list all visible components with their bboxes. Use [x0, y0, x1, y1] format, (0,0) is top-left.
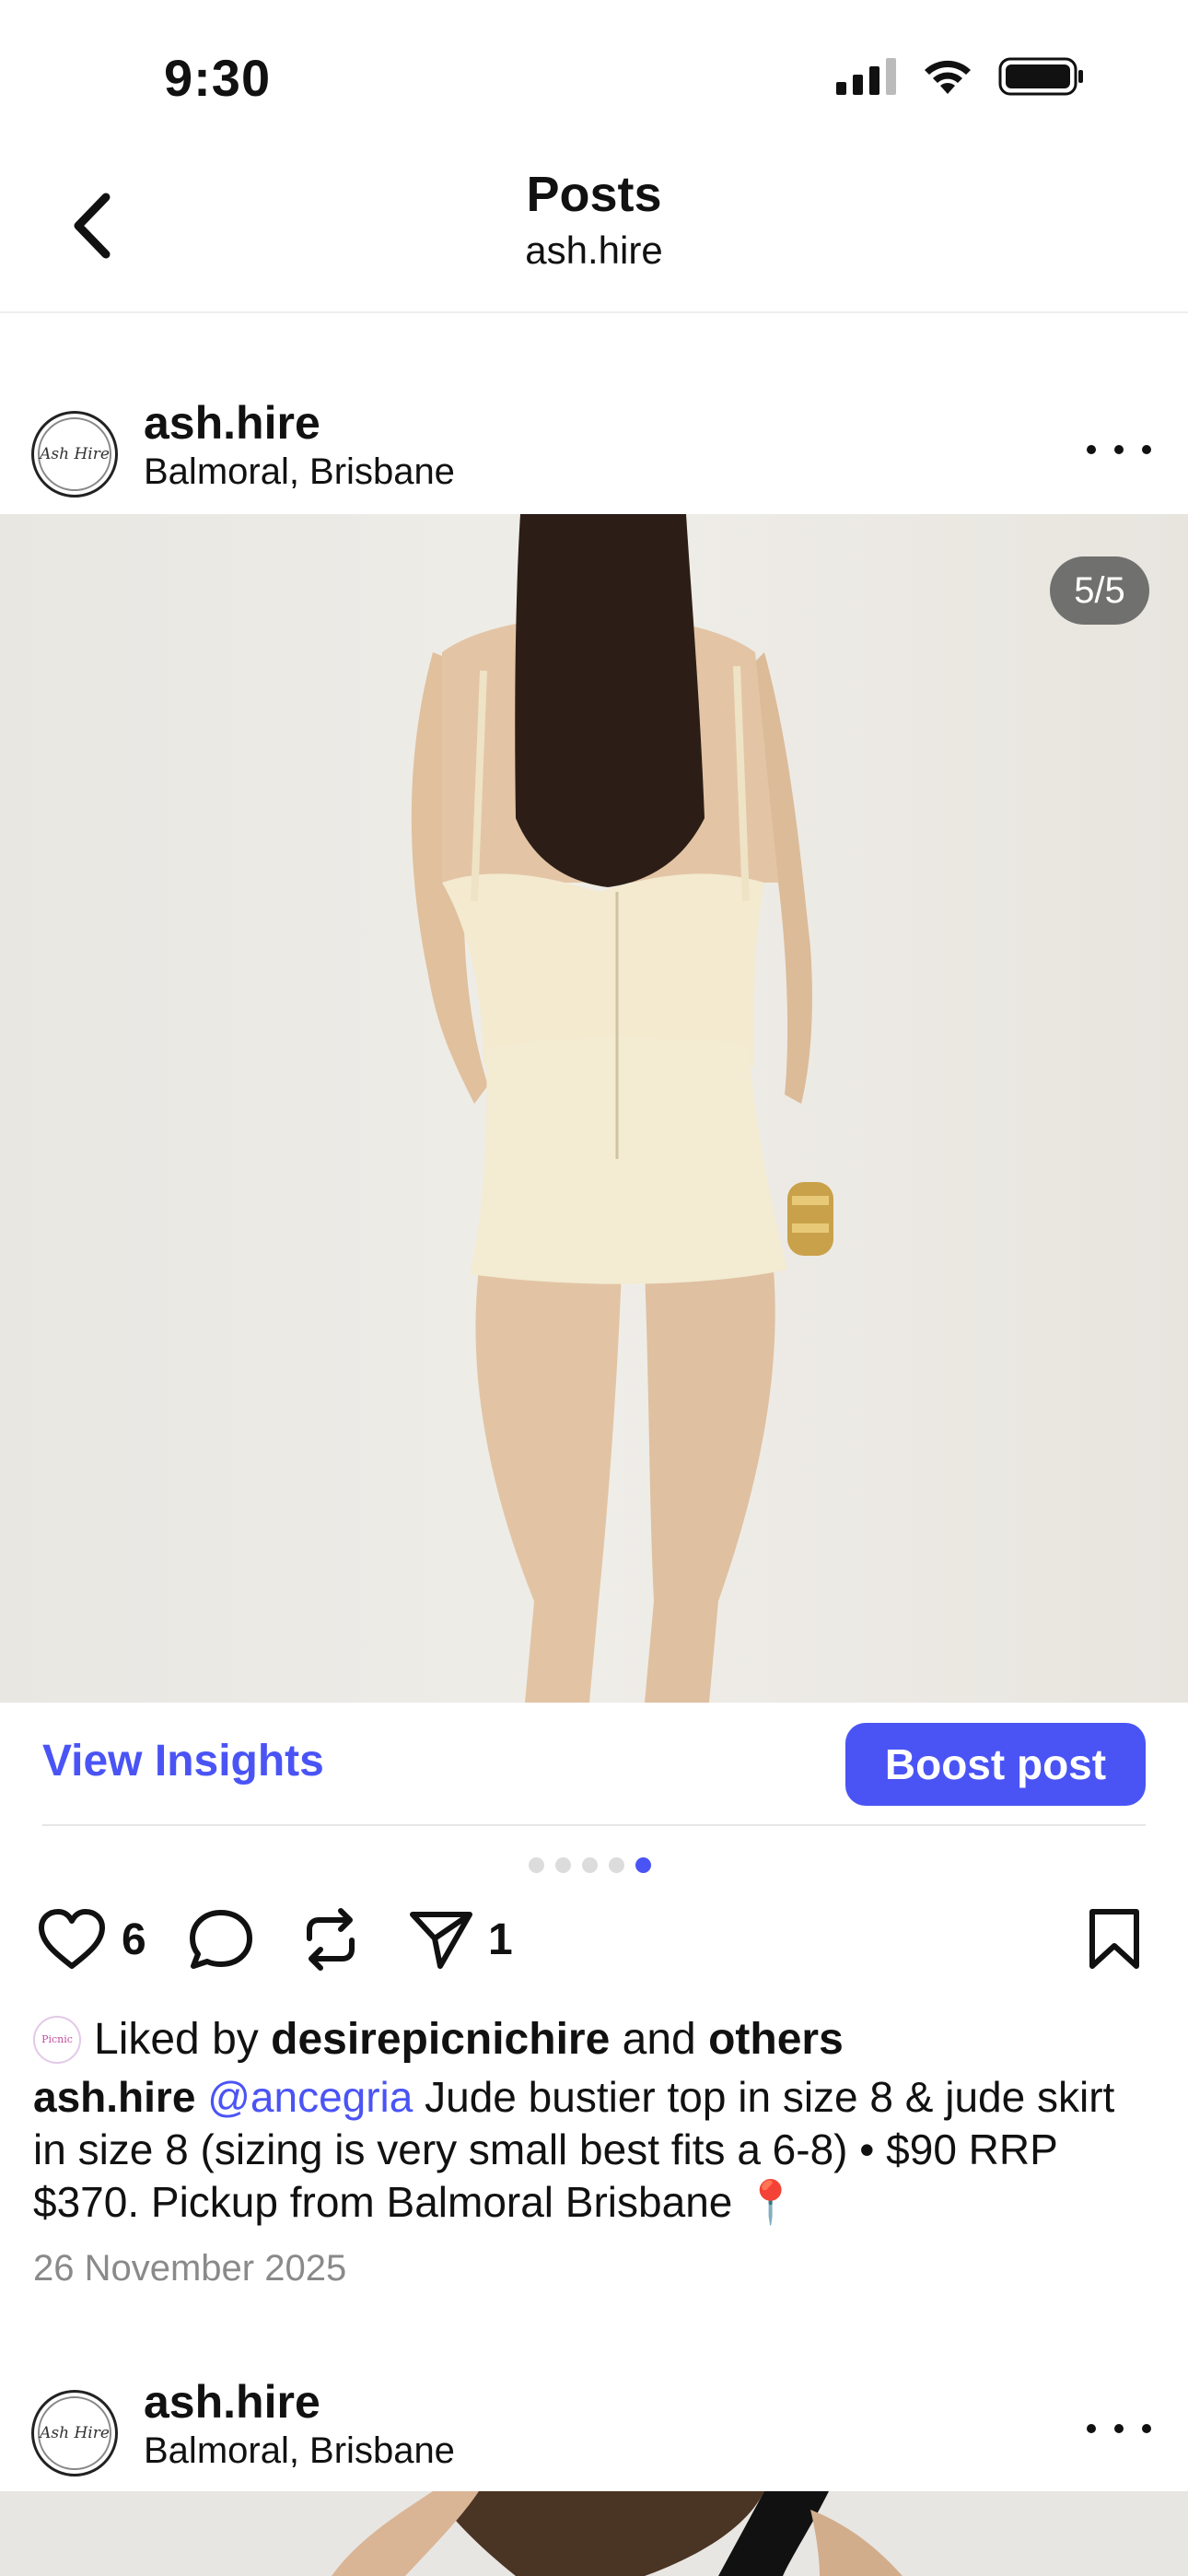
status-icons: [836, 57, 1085, 96]
post-header: Ash Hire ash.hire Balmoral, Brisbane: [0, 2364, 1188, 2484]
avatar[interactable]: Ash Hire: [31, 2390, 118, 2476]
avatar-logo: Ash Hire: [38, 417, 111, 491]
insights-bar: View Insights Boost post: [0, 1703, 1188, 1826]
carousel-indicator: [529, 1857, 651, 1873]
post-date: 26 November 2025: [33, 2248, 347, 2289]
page-title: Posts: [526, 167, 662, 222]
more-icon: [1087, 2424, 1096, 2433]
divider: [42, 1824, 1146, 1826]
avatar-logo: Ash Hire: [38, 2396, 111, 2470]
carousel-dot: [609, 1857, 624, 1873]
post-location[interactable]: Balmoral, Brisbane: [144, 451, 455, 493]
post-image[interactable]: 5/5: [0, 514, 1188, 1703]
repost-icon: [307, 1908, 355, 1971]
page-subtitle: ash.hire: [525, 228, 663, 272]
liked-by[interactable]: Picnic Liked by desirepicnichire and oth…: [33, 2014, 844, 2065]
caption-mention[interactable]: @ancegria: [207, 2073, 413, 2121]
like-button[interactable]: 6: [37, 1907, 146, 1972]
share-icon: [410, 1912, 472, 1969]
more-options-button[interactable]: [1087, 431, 1151, 468]
post-image[interactable]: [0, 2491, 1188, 2576]
liked-by-prefix: Liked by: [94, 2015, 259, 2064]
repost-button[interactable]: [300, 1907, 361, 1972]
product-photo: [332, 2491, 903, 2576]
comment-button[interactable]: [188, 1907, 254, 1972]
boost-post-button[interactable]: Boost post: [845, 1723, 1146, 1806]
liked-by-avatar: Picnic: [33, 2015, 81, 2064]
post-caption: ash.hire @ancegria Jude bustier top in s…: [33, 2071, 1157, 2229]
share-count: 1: [488, 1914, 513, 1964]
carousel-dot: [555, 1857, 571, 1873]
avatar[interactable]: Ash Hire: [31, 411, 118, 498]
view-insights-link[interactable]: View Insights: [42, 1736, 324, 1786]
status-bar: 9:30: [0, 0, 1188, 138]
post-username[interactable]: ash.hire: [144, 2375, 320, 2429]
post-location[interactable]: Balmoral, Brisbane: [144, 2430, 455, 2472]
wifi-icon: [925, 60, 971, 94]
comment-icon: [190, 1910, 252, 1969]
post-actions: 6 1: [0, 1898, 1188, 1981]
product-photo: [411, 514, 833, 1703]
liked-by-others[interactable]: others: [708, 2014, 844, 2065]
save-button[interactable]: [1087, 1907, 1142, 1972]
heart-icon: [39, 1909, 105, 1969]
more-options-button[interactable]: [1087, 2410, 1151, 2447]
share-button[interactable]: 1: [407, 1907, 513, 1972]
bookmark-icon: [1089, 1909, 1139, 1969]
battery-icon: [998, 57, 1083, 96]
caption-text: Jude bustier top in size 8 & jude skirt …: [33, 2073, 1115, 2226]
image-counter: 5/5: [1050, 556, 1149, 625]
liked-by-user[interactable]: desirepicnichire: [271, 2014, 610, 2065]
more-icon: [1087, 445, 1096, 454]
carousel-dot-active: [635, 1857, 651, 1873]
nav-header: Posts ash.hire: [0, 147, 1188, 313]
caption-username[interactable]: ash.hire: [33, 2073, 195, 2121]
like-count: 6: [122, 1914, 146, 1964]
signal-icon: [836, 58, 896, 95]
status-time: 9:30: [164, 49, 272, 107]
carousel-dot: [582, 1857, 598, 1873]
post-username[interactable]: ash.hire: [144, 396, 320, 450]
liked-by-connector: and: [622, 2015, 696, 2064]
post-header: Ash Hire ash.hire Balmoral, Brisbane: [0, 385, 1188, 505]
carousel-dot: [529, 1857, 544, 1873]
